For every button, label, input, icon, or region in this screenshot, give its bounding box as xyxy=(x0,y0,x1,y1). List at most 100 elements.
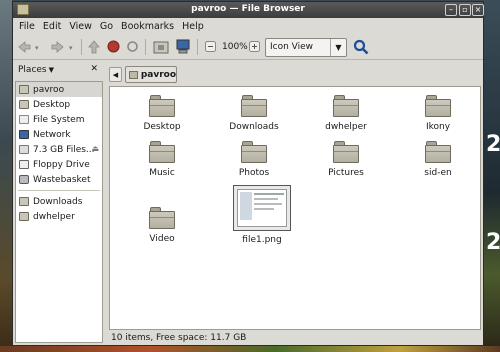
file-item-music[interactable]: Music xyxy=(122,141,202,178)
sidebar-item-label: Floppy Drive xyxy=(33,159,90,170)
sidebar-title: Places xyxy=(18,65,47,75)
title-bar[interactable]: pavroo — File Browser – ▫ × xyxy=(13,2,484,18)
folder-icon xyxy=(425,141,451,163)
folder-icon xyxy=(149,95,175,117)
sidebar-item-floppy[interactable]: Floppy Drive xyxy=(16,157,102,172)
up-button[interactable] xyxy=(87,40,101,54)
sidebar-item-downloads[interactable]: Downloads xyxy=(16,194,102,209)
view-mode-select[interactable]: Icon View ▼ xyxy=(265,38,347,57)
menu-bar: File Edit View Go Bookmarks Help xyxy=(13,18,483,34)
menu-edit[interactable]: Edit xyxy=(43,21,61,32)
file-item-downloads[interactable]: Downloads xyxy=(214,95,294,132)
sidebar-item-desktop[interactable]: Desktop xyxy=(16,97,102,112)
sidebar-item-drive[interactable]: 7.3 GB Files... ⏏ xyxy=(16,142,102,157)
path-scroll-left-icon[interactable]: ◀ xyxy=(109,67,122,82)
folder-icon xyxy=(19,197,29,206)
zoom-out-icon xyxy=(205,41,216,52)
folder-icon xyxy=(149,207,175,229)
sidebar-item-pavroo[interactable]: pavroo xyxy=(16,82,102,97)
file-item-dwhelper[interactable]: dwhelper xyxy=(306,95,386,132)
chevron-down-icon[interactable]: ▼ xyxy=(49,66,54,74)
close-icon[interactable]: × xyxy=(472,4,484,16)
file-name: Desktop xyxy=(143,122,181,132)
close-sidebar-icon[interactable]: ✕ xyxy=(90,64,98,74)
menu-file[interactable]: File xyxy=(19,21,35,32)
file-browser-window: pavroo — File Browser – ▫ × File Edit Vi… xyxy=(12,1,484,346)
menu-bookmarks[interactable]: Bookmarks xyxy=(121,21,174,32)
floppy-icon xyxy=(19,160,29,169)
sidebar-item-wastebasket[interactable]: Wastebasket xyxy=(16,172,102,187)
back-history-chevron-icon[interactable]: ▾ xyxy=(35,44,39,52)
sidebar-item-dwhelper[interactable]: dwhelper xyxy=(16,209,102,224)
sidebar-item-label: pavroo xyxy=(33,84,65,95)
sidebar-item-label: Desktop xyxy=(33,99,71,110)
path-button-pavroo[interactable]: pavroo xyxy=(125,66,177,83)
toolbar-separator xyxy=(197,39,198,55)
eject-icon[interactable]: ⏏ xyxy=(91,144,99,153)
drive-icon xyxy=(19,145,29,154)
computer-icon xyxy=(176,39,190,54)
folder-icon xyxy=(19,212,29,221)
toolbar-separator xyxy=(145,39,146,55)
file-name: sid-en xyxy=(424,168,452,178)
back-button[interactable] xyxy=(17,40,31,54)
filesystem-icon xyxy=(19,115,29,124)
sidebar-item-label: 7.3 GB Files... xyxy=(33,144,95,155)
file-item-ikony[interactable]: Ikony xyxy=(398,95,478,132)
zoom-out-button[interactable] xyxy=(205,41,216,52)
file-item-sid-en[interactable]: sid-en xyxy=(398,141,478,178)
toolbar: ▾ ▾ 100% Icon View ▼ xyxy=(13,34,483,60)
desktop-background-left xyxy=(0,0,12,352)
home-folder-icon xyxy=(129,70,138,79)
back-arrow-icon xyxy=(18,41,31,53)
sidebar-header[interactable]: Places ▼ ✕ xyxy=(13,61,105,79)
forward-history-chevron-icon[interactable]: ▾ xyxy=(69,44,73,52)
file-name: Music xyxy=(149,168,175,178)
image-thumbnail-icon xyxy=(233,185,291,231)
toolbar-separator xyxy=(81,39,82,55)
zoom-in-icon xyxy=(249,41,260,52)
path-button-label: pavroo xyxy=(140,69,176,80)
search-button[interactable] xyxy=(353,39,369,55)
sidebar-item-label: File System xyxy=(33,114,85,125)
reload-icon xyxy=(127,41,138,52)
desktop-background-right: 2 2 xyxy=(484,0,500,352)
zoom-in-button[interactable] xyxy=(249,41,260,52)
menu-go[interactable]: Go xyxy=(100,21,113,32)
sidebar-item-file-system[interactable]: File System xyxy=(16,112,102,127)
desktop-icon xyxy=(19,100,29,109)
chevron-down-icon[interactable]: ▼ xyxy=(330,39,346,56)
maximize-icon[interactable]: ▫ xyxy=(459,4,471,16)
file-name: Photos xyxy=(238,168,270,178)
stop-button[interactable] xyxy=(107,40,120,53)
file-item-video[interactable]: Video xyxy=(122,207,202,244)
minimize-icon[interactable]: – xyxy=(445,4,457,16)
file-name: Downloads xyxy=(229,122,279,132)
home-folder-icon xyxy=(153,41,169,54)
folder-icon xyxy=(149,141,175,163)
file-item-file1-png[interactable]: file1.png xyxy=(222,185,302,245)
sidebar-item-label: Network xyxy=(33,129,71,140)
home-button[interactable] xyxy=(153,39,169,54)
reload-button[interactable] xyxy=(126,40,139,53)
desktop-clock-digit: 2 xyxy=(486,230,500,255)
file-item-photos[interactable]: Photos xyxy=(214,141,294,178)
sidebar-item-network[interactable]: Network xyxy=(16,127,102,142)
file-name: Video xyxy=(149,234,175,244)
desktop-clock-digit: 2 xyxy=(486,132,500,157)
window-title: pavroo — File Browser xyxy=(191,4,305,14)
stop-icon xyxy=(107,40,120,53)
desktop-background-bottom xyxy=(0,346,500,352)
file-icon-view[interactable]: Desktop Downloads dwhelper Ikony Music P… xyxy=(109,86,481,330)
sidebar-item-label: Downloads xyxy=(33,196,83,207)
file-item-desktop[interactable]: Desktop xyxy=(122,95,202,132)
menu-view[interactable]: View xyxy=(69,21,92,32)
folder-icon xyxy=(241,141,267,163)
file-item-pictures[interactable]: Pictures xyxy=(306,141,386,178)
menu-help[interactable]: Help xyxy=(182,21,204,32)
zoom-level: 100% xyxy=(222,42,248,52)
computer-button[interactable] xyxy=(175,39,191,54)
sidebar-divider xyxy=(18,190,100,191)
forward-button[interactable] xyxy=(51,40,65,54)
file-name: Pictures xyxy=(328,168,364,178)
